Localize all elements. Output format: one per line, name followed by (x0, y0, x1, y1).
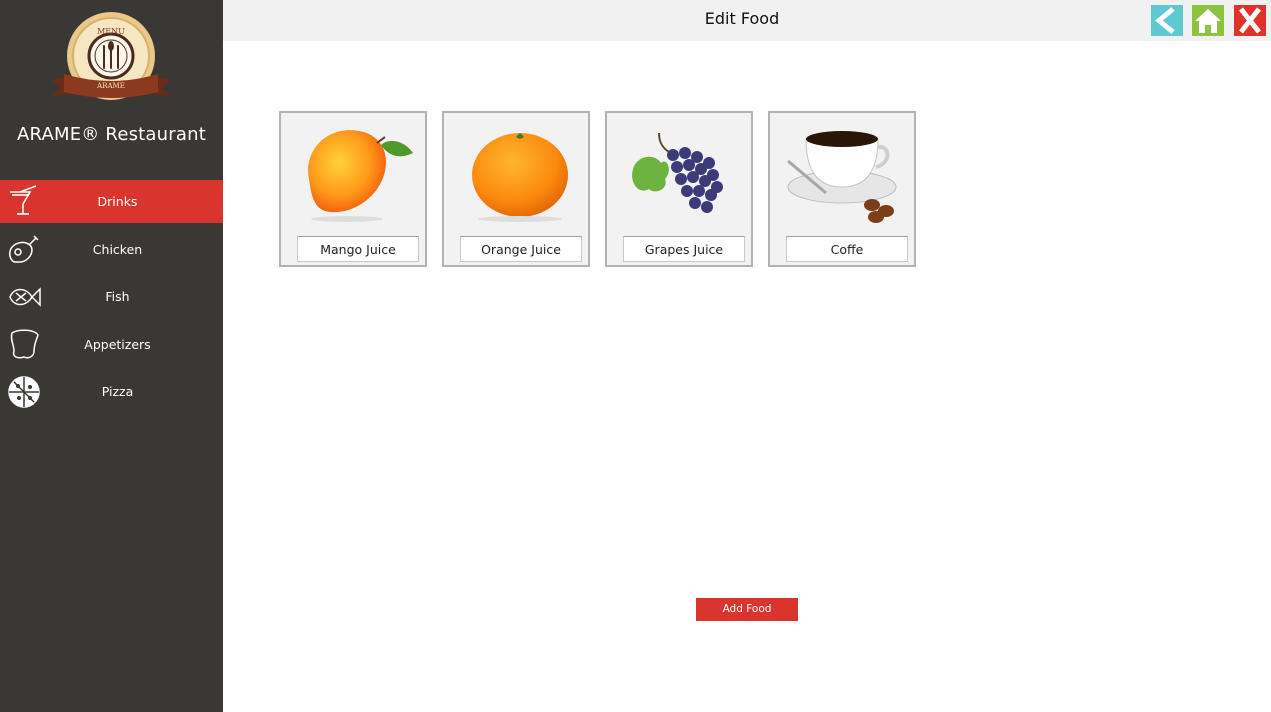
mango-image (308, 130, 413, 222)
nav-item-chicken[interactable]: Chicken (0, 228, 223, 271)
svg-text:ARAME: ARAME (96, 82, 125, 90)
food-card-mango-juice[interactable]: Mango Juice (279, 111, 427, 267)
svg-text:MENU: MENU (97, 27, 125, 36)
appetizer-icon (10, 329, 39, 358)
category-nav: Drinks Chicken Fish Appetizers Pizza (0, 180, 223, 418)
food-label: Orange Juice (460, 236, 582, 262)
food-card-coffe[interactable]: Coffe (768, 111, 916, 267)
fish-icon (9, 287, 41, 307)
food-card-grapes-juice[interactable]: Grapes Juice (605, 111, 753, 267)
header-bar: Edit Food (223, 0, 1271, 41)
restaurant-logo: ARAME MENU (52, 12, 170, 100)
orange-image (472, 133, 568, 222)
back-button[interactable] (1151, 5, 1183, 36)
nav-item-pizza[interactable]: Pizza (0, 370, 223, 413)
grapes-image (632, 132, 723, 213)
close-button[interactable] (1234, 5, 1266, 36)
food-label: Mango Juice (297, 236, 419, 262)
chicken-icon (9, 234, 39, 263)
page-title: Edit Food (704, 9, 780, 28)
add-food-button[interactable]: Add Food (696, 598, 798, 621)
home-button[interactable] (1192, 5, 1224, 36)
food-label: Grapes Juice (623, 236, 745, 262)
nav-item-appetizers[interactable]: Appetizers (0, 323, 223, 366)
close-icon (1239, 7, 1261, 34)
sidebar: ARAME MENU ARAME® Restaurant Drinks Chic… (0, 0, 223, 712)
pizza-icon (8, 376, 40, 408)
home-icon (1195, 9, 1221, 33)
coffee-image (787, 131, 897, 223)
nav-item-fish[interactable]: Fish (0, 275, 223, 318)
food-label: Coffe (786, 236, 908, 262)
nav-item-drinks[interactable]: Drinks (0, 180, 223, 223)
drink-icon (10, 185, 37, 215)
app-window: ARAME MENU ARAME® Restaurant Drinks Chic… (0, 0, 1271, 712)
brand-name: ARAME® Restaurant (17, 124, 206, 145)
food-card-orange-juice[interactable]: Orange Juice (442, 111, 590, 267)
back-icon (1155, 7, 1175, 34)
